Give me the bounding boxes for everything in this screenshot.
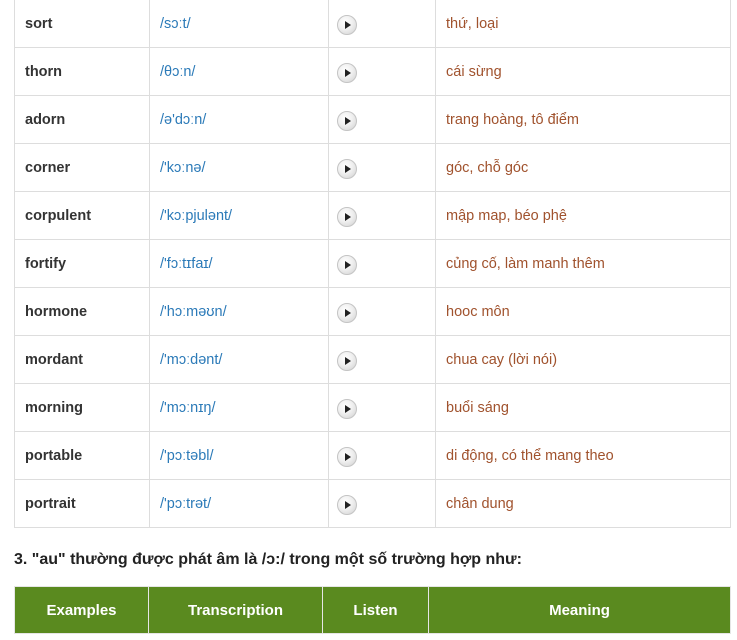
play-icon[interactable] bbox=[337, 303, 357, 323]
listen-cell bbox=[328, 431, 436, 480]
transcription-cell: /'kɔːpjulənt/ bbox=[149, 191, 329, 240]
play-icon[interactable] bbox=[337, 399, 357, 419]
transcription-cell: /'pɔːtrət/ bbox=[149, 479, 329, 528]
listen-cell bbox=[328, 95, 436, 144]
play-icon[interactable] bbox=[337, 447, 357, 467]
examples-table-header-row: Examples Transcription Listen Meaning bbox=[14, 586, 731, 634]
play-icon[interactable] bbox=[337, 15, 357, 35]
table-row: morning/'mɔːnɪŋ/buổi sáng bbox=[14, 383, 731, 432]
header-transcription: Transcription bbox=[148, 586, 323, 634]
listen-cell bbox=[328, 47, 436, 96]
listen-cell bbox=[328, 383, 436, 432]
word-cell: adorn bbox=[14, 95, 150, 144]
word-cell: portable bbox=[14, 431, 150, 480]
listen-cell bbox=[328, 287, 436, 336]
section-heading: 3. "au" thường được phát âm là /ɔ:/ tron… bbox=[14, 551, 522, 568]
table-row: corner/'kɔːnə/góc, chỗ góc bbox=[14, 143, 731, 192]
meaning-cell: hooc môn bbox=[435, 287, 731, 336]
word-cell: thorn bbox=[14, 47, 150, 96]
meaning-cell: cái sừng bbox=[435, 47, 731, 96]
play-icon[interactable] bbox=[337, 351, 357, 371]
table-row: sort/sɔːt/thứ, loại bbox=[14, 0, 731, 48]
play-icon[interactable] bbox=[337, 63, 357, 83]
vocabulary-table-body: sort/sɔːt/thứ, loại thorn/θɔːn/cái sừng ad… bbox=[14, 0, 731, 528]
meaning-cell: di động, có thể mang theo bbox=[435, 431, 731, 480]
play-icon[interactable] bbox=[337, 255, 357, 275]
examples-table: Examples Transcription Listen Meaning bbox=[14, 586, 731, 634]
listen-cell bbox=[328, 191, 436, 240]
listen-cell bbox=[328, 335, 436, 384]
transcription-cell: /'pɔːtəbl/ bbox=[149, 431, 329, 480]
transcription-cell: /'fɔːtɪfaɪ/ bbox=[149, 239, 329, 288]
word-cell: fortify bbox=[14, 239, 150, 288]
word-cell: corpulent bbox=[14, 191, 150, 240]
table-row: thorn/θɔːn/cái sừng bbox=[14, 47, 731, 96]
meaning-cell: trang hoàng, tô điểm bbox=[435, 95, 731, 144]
play-icon[interactable] bbox=[337, 207, 357, 227]
table-row: adorn/ə'dɔːn/trang hoàng, tô điểm bbox=[14, 95, 731, 144]
vocabulary-table: sort/sɔːt/thứ, loại thorn/θɔːn/cái sừng ad… bbox=[14, 0, 731, 528]
word-cell: portrait bbox=[14, 479, 150, 528]
meaning-cell: buổi sáng bbox=[435, 383, 731, 432]
word-cell: mordant bbox=[14, 335, 150, 384]
transcription-cell: /'mɔːdənt/ bbox=[149, 335, 329, 384]
listen-cell bbox=[328, 479, 436, 528]
table-row: fortify/'fɔːtɪfaɪ/củng cố, làm manh thêm bbox=[14, 239, 731, 288]
transcription-cell: /'mɔːnɪŋ/ bbox=[149, 383, 329, 432]
transcription-cell: /'hɔːməʊn/ bbox=[149, 287, 329, 336]
play-icon[interactable] bbox=[337, 111, 357, 131]
transcription-cell: /'kɔːnə/ bbox=[149, 143, 329, 192]
play-icon[interactable] bbox=[337, 159, 357, 179]
transcription-cell: /ə'dɔːn/ bbox=[149, 95, 329, 144]
table-row: portrait/'pɔːtrət/chân dung bbox=[14, 479, 731, 528]
header-examples: Examples bbox=[14, 586, 149, 634]
table-row: hormone/'hɔːməʊn/hooc môn bbox=[14, 287, 731, 336]
table-row: corpulent/'kɔːpjulənt/mập map, béo phệ bbox=[14, 191, 731, 240]
meaning-cell: thứ, loại bbox=[435, 0, 731, 48]
word-cell: hormone bbox=[14, 287, 150, 336]
meaning-cell: chua cay (lời nói) bbox=[435, 335, 731, 384]
transcription-cell: /sɔːt/ bbox=[149, 0, 329, 48]
play-icon[interactable] bbox=[337, 495, 357, 515]
meaning-cell: góc, chỗ góc bbox=[435, 143, 731, 192]
listen-cell bbox=[328, 239, 436, 288]
listen-cell bbox=[328, 0, 436, 48]
table-row: portable/'pɔːtəbl/di động, có thể mang t… bbox=[14, 431, 731, 480]
meaning-cell: chân dung bbox=[435, 479, 731, 528]
word-cell: morning bbox=[14, 383, 150, 432]
header-listen: Listen bbox=[322, 586, 429, 634]
word-cell: sort bbox=[14, 0, 150, 48]
word-cell: corner bbox=[14, 143, 150, 192]
meaning-cell: củng cố, làm manh thêm bbox=[435, 239, 731, 288]
listen-cell bbox=[328, 143, 436, 192]
header-meaning: Meaning bbox=[428, 586, 731, 634]
meaning-cell: mập map, béo phệ bbox=[435, 191, 731, 240]
table-row: mordant/'mɔːdənt/chua cay (lời nói) bbox=[14, 335, 731, 384]
transcription-cell: /θɔːn/ bbox=[149, 47, 329, 96]
